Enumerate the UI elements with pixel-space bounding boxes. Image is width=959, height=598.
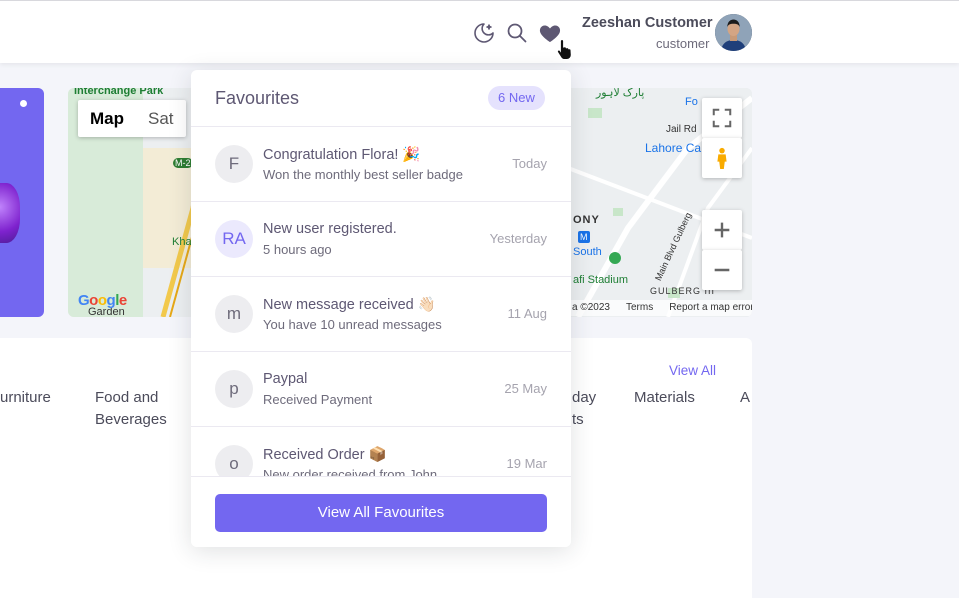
item-time: Today	[512, 156, 547, 171]
category-item[interactable]: Materials	[634, 387, 695, 409]
zoom-out-button[interactable]	[702, 250, 742, 290]
map-report-link[interactable]: Report a map error	[669, 302, 752, 314]
search-icon[interactable]	[504, 20, 530, 46]
map-type-satellite-button[interactable]: Sat	[136, 100, 186, 137]
category-label: Materials	[634, 389, 695, 406]
map-label: afi Stadium	[573, 274, 629, 286]
avatar: F	[215, 145, 253, 183]
item-title: Congratulation Flora! 🎉	[263, 147, 421, 163]
moon-icon[interactable]	[471, 20, 497, 46]
list-item[interactable]: m New message received 👋🏻 You have 10 un…	[191, 277, 571, 352]
category-item[interactable]: Food and Beverages	[95, 387, 167, 431]
promo-card	[0, 88, 44, 317]
top-navbar: Zeeshan Customer customer	[0, 0, 959, 63]
carousel-dot[interactable]	[20, 100, 27, 107]
view-all-link[interactable]: View All	[669, 363, 716, 378]
minus-icon	[714, 268, 730, 272]
map-terms-link[interactable]: Terms	[626, 302, 653, 314]
avatar: m	[215, 295, 253, 333]
map-label: Kha	[172, 236, 192, 248]
item-title: New message received 👋🏻	[263, 297, 436, 313]
street-view-button[interactable]	[702, 138, 742, 178]
map-label: ONY	[573, 214, 600, 226]
dropdown-footer: View All Favourites	[191, 476, 571, 547]
decorative-image	[0, 183, 20, 243]
list-item[interactable]: F Congratulation Flora! 🎉 Won the monthl…	[191, 127, 571, 202]
dropdown-header: Favourites 6 New	[191, 70, 571, 127]
new-count-badge: 6 New	[488, 86, 545, 110]
item-time: 19 Mar	[506, 456, 547, 471]
map-label: South	[573, 246, 602, 258]
category-label: Food and Beverages	[95, 389, 167, 428]
map-label: Fo	[685, 96, 698, 108]
fullscreen-icon	[712, 108, 732, 128]
map-type-toggle: Map Sat	[78, 100, 186, 137]
user-name[interactable]: Zeeshan Customer	[582, 15, 713, 31]
category-label: A	[740, 389, 751, 406]
item-subtitle: New order received from John	[263, 467, 438, 476]
category-label: urniture	[0, 389, 51, 406]
item-time: 25 May	[504, 381, 547, 396]
map-label: Interchange Park	[74, 88, 164, 97]
google-logo: Google	[78, 292, 127, 309]
user-role: customer	[656, 36, 710, 51]
item-title: New user registered.	[263, 221, 397, 237]
map-label: M-2	[173, 158, 193, 168]
avatar: RA	[215, 220, 253, 258]
avatar[interactable]	[715, 14, 752, 51]
plus-icon	[714, 222, 730, 238]
item-subtitle: Received Payment	[263, 392, 373, 407]
map-label: Lahore Ca	[645, 141, 702, 155]
category-item[interactable]: urniture	[0, 387, 51, 409]
item-subtitle: 5 hours ago	[263, 242, 332, 257]
avatar: o	[215, 445, 253, 476]
category-item[interactable]: A	[740, 387, 750, 409]
avatar: p	[215, 370, 253, 408]
map-copyright: a ©2023	[572, 302, 610, 313]
list-item[interactable]: p Paypal Received Payment 25 May	[191, 352, 571, 427]
list-item[interactable]: o Received Order 📦 New order received fr…	[191, 427, 571, 476]
map-attribution: a ©2023 Terms Report a map error	[568, 300, 752, 316]
dropdown-title: Favourites	[215, 88, 300, 108]
zoom-in-button[interactable]	[702, 210, 742, 250]
category-item[interactable]: day ts	[572, 387, 596, 431]
item-subtitle: You have 10 unread messages	[263, 317, 442, 332]
hand-cursor-icon	[556, 38, 572, 60]
category-label: day ts	[572, 389, 597, 428]
map-label: M	[580, 232, 588, 242]
item-title: Received Order 📦	[263, 447, 387, 463]
favourites-list[interactable]: F Congratulation Flora! 🎉 Won the monthl…	[191, 127, 571, 476]
item-time: 11 Aug	[507, 306, 547, 321]
item-time: Yesterday	[489, 231, 547, 246]
item-title: Paypal	[263, 371, 308, 387]
map-type-map-button[interactable]: Map	[78, 100, 136, 137]
item-subtitle: Won the monthly best seller badge	[263, 167, 463, 182]
list-item[interactable]: RA New user registered. 5 hours ago Yest…	[191, 202, 571, 277]
favourites-dropdown: Favourites 6 New F Congratulation Flora!…	[191, 70, 571, 547]
pegman-icon	[717, 147, 727, 169]
view-all-favourites-button[interactable]: View All Favourites	[215, 494, 547, 532]
fullscreen-button[interactable]	[702, 98, 742, 138]
map-label: Jail Rd	[666, 124, 697, 135]
map-label: پارک لاہور	[596, 88, 645, 99]
